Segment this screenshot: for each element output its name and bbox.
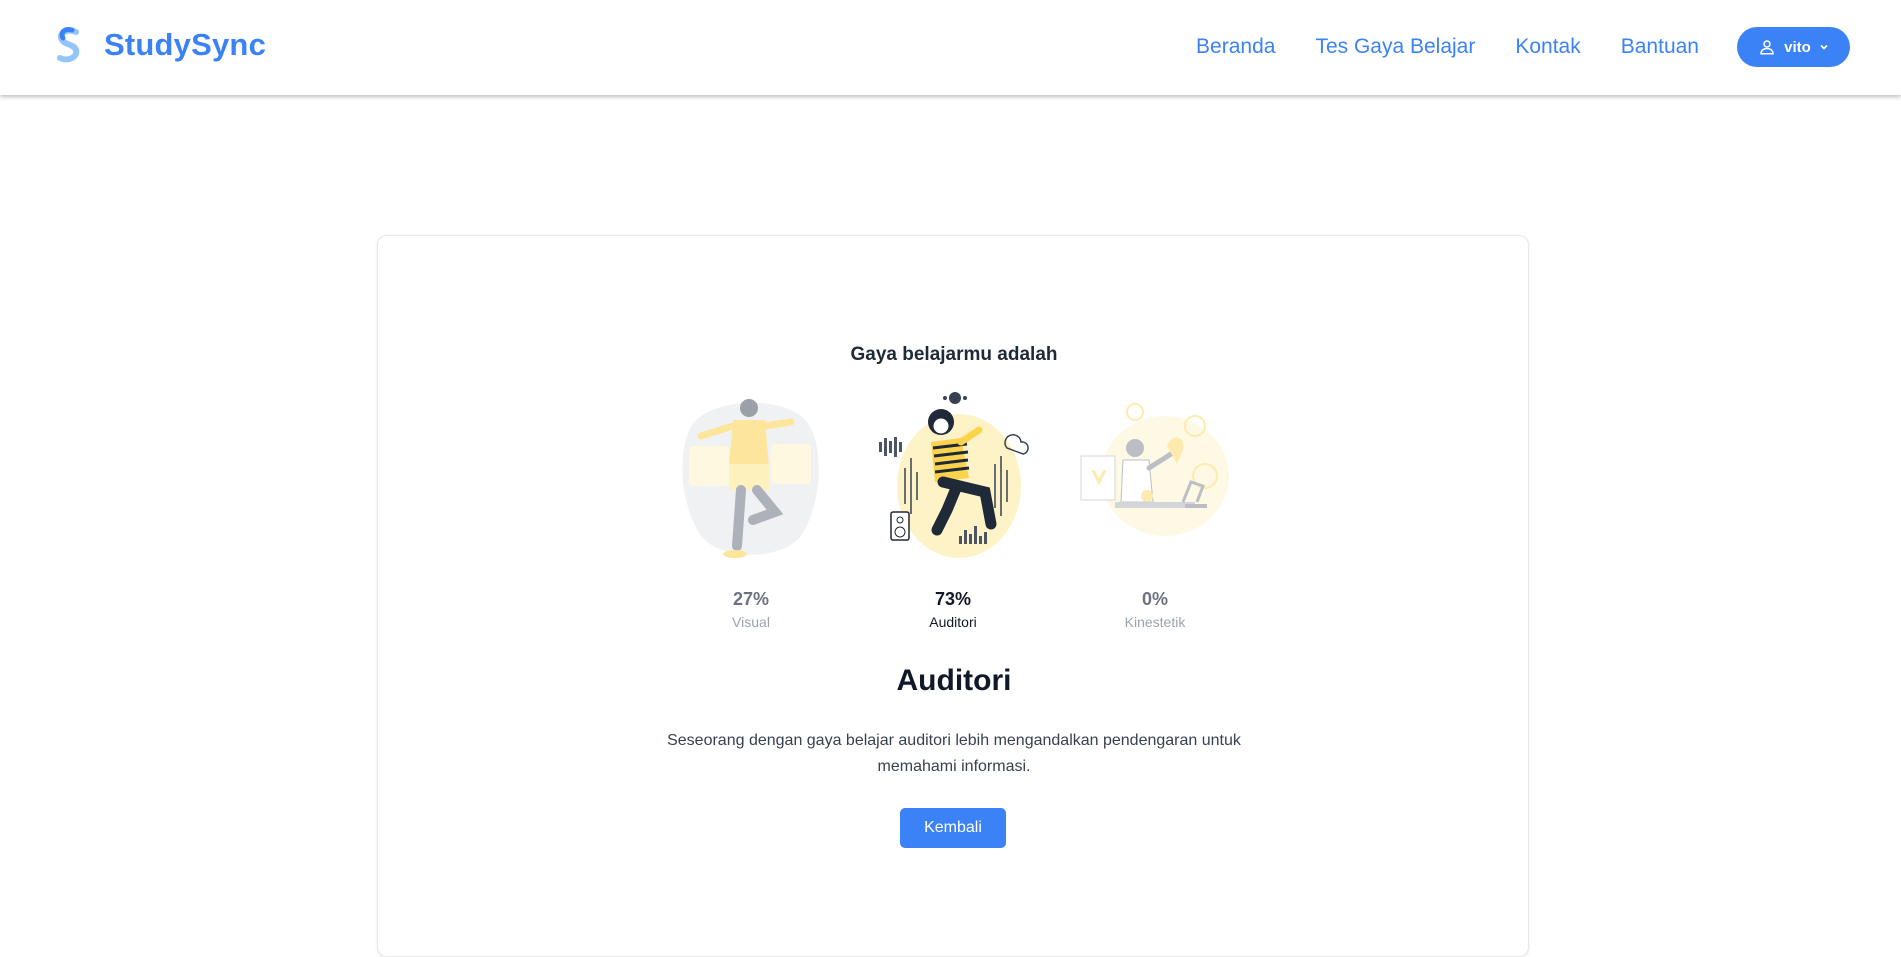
- result-heading: Gaya belajarmu adalah: [850, 344, 1058, 365]
- kinestetik-label: Kinestetik: [1124, 614, 1186, 630]
- style-visual: 27% Visual: [661, 386, 841, 630]
- nav-link-kontak[interactable]: Kontak: [1515, 35, 1580, 59]
- nav-link-beranda[interactable]: Beranda: [1196, 35, 1275, 59]
- kinesthetic-illustration: [1080, 403, 1229, 536]
- nav-link-tes-gaya-belajar[interactable]: Tes Gaya Belajar: [1315, 35, 1475, 59]
- style-kinestetik: 0% Kinestetik: [1065, 386, 1245, 630]
- visual-label: Visual: [732, 614, 770, 630]
- logo-icon: [57, 27, 80, 63]
- result-card: Gaya belajarmu adalah 27% Visual 73% Aud…: [377, 235, 1529, 957]
- result-title: Auditori: [896, 664, 1012, 697]
- result-description: Seseorang dengan gaya belajar auditori l…: [667, 732, 1241, 775]
- style-auditori: 73% Auditori: [863, 386, 1043, 630]
- kembali-button[interactable]: Kembali: [900, 808, 1006, 848]
- user-menu-button[interactable]: vito: [1737, 27, 1850, 67]
- nav-links: Beranda Tes Gaya Belajar Kontak Bantuan: [1196, 35, 1699, 59]
- kinestetik-percent: 0%: [1141, 589, 1168, 609]
- user-icon: [1760, 40, 1774, 55]
- user-name: vito: [1784, 38, 1811, 56]
- chevron-down-icon: [1820, 44, 1828, 50]
- auditori-percent: 73%: [934, 589, 972, 609]
- auditori-label: Auditori: [929, 614, 977, 630]
- visual-percent: 27%: [732, 589, 770, 609]
- navbar: StudySync Beranda Tes Gaya Belajar Konta…: [0, 0, 1901, 95]
- visual-illustration: [682, 399, 819, 558]
- brand[interactable]: StudySync: [52, 26, 266, 64]
- nav-link-bantuan[interactable]: Bantuan: [1621, 35, 1699, 59]
- brand-name: StudySync: [104, 27, 267, 62]
- auditory-illustration: [879, 392, 1029, 558]
